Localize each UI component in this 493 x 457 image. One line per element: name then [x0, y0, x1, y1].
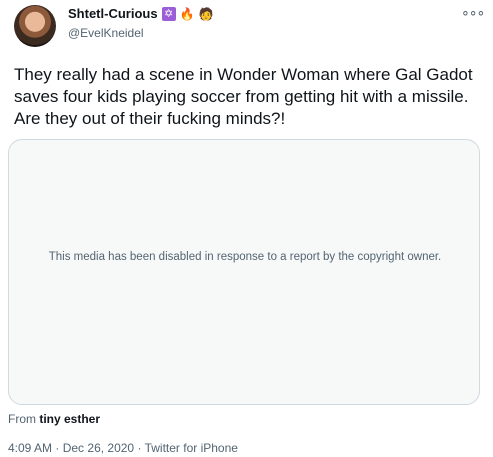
tweet-metadata: 4:09 AM · Dec 26, 2020 · Twitter for iPh…: [8, 441, 238, 455]
star-of-david-emoji-icon: ✡: [161, 6, 176, 21]
avatar[interactable]: [14, 5, 56, 47]
user-handle[interactable]: @EvelKneidel: [68, 26, 144, 40]
fire-emoji-icon: 🔥: [179, 6, 195, 21]
separator: ·: [55, 441, 60, 455]
media-source-link[interactable]: tiny esther: [39, 412, 100, 426]
media-container: This media has been disabled in response…: [8, 139, 480, 405]
media-source-line: From tiny esther: [8, 412, 100, 426]
more-horizontal-icon[interactable]: ∘∘∘: [461, 4, 485, 21]
media-disabled-message: This media has been disabled in response…: [48, 251, 442, 263]
tweet-time[interactable]: 4:09 AM: [8, 441, 52, 455]
author-name-row: Shtetl-Curious ✡ 🔥 🧑: [68, 6, 213, 21]
separator: ·: [137, 441, 142, 455]
tweet-client[interactable]: Twitter for iPhone: [145, 441, 238, 455]
person-emoji-icon: 🧑: [198, 6, 214, 21]
tweet-date[interactable]: Dec 26, 2020: [63, 441, 134, 455]
tweet-text: They really had a scene in Wonder Woman …: [14, 65, 473, 128]
display-name[interactable]: Shtetl-Curious: [68, 6, 158, 21]
from-label: From: [8, 412, 36, 426]
